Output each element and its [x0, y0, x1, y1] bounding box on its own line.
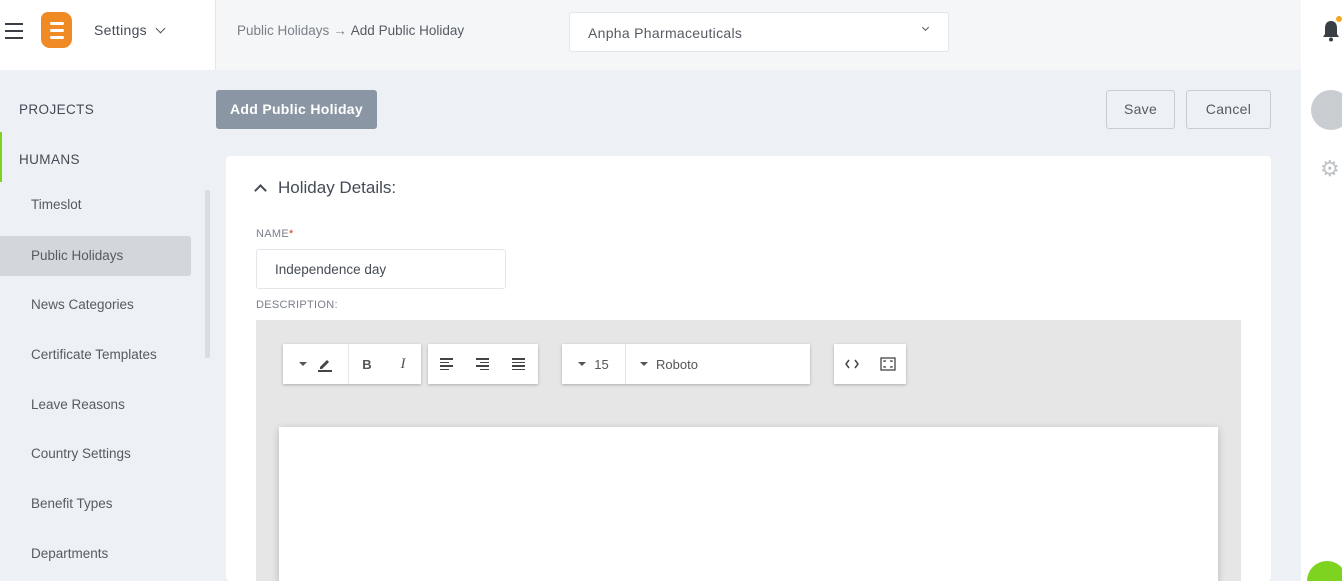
breadcrumb-separator: →	[333, 23, 347, 38]
toolbar-align-group	[428, 344, 538, 384]
sidebar-item-label: Public Holidays	[31, 248, 124, 263]
app-switcher-area: Settings	[0, 0, 216, 70]
sidebar-section-projects[interactable]: PROJECTS	[19, 102, 94, 117]
toolbar-format-group: B I	[283, 344, 421, 384]
sidebar-item-label: Benefit Types	[31, 496, 113, 511]
caret-down-icon	[298, 362, 307, 366]
section-title: Holiday Details:	[278, 178, 397, 197]
editor-content-area[interactable]	[279, 427, 1218, 581]
name-input[interactable]	[256, 249, 506, 289]
align-right-icon	[475, 356, 489, 372]
code-icon	[845, 359, 859, 369]
sidebar-item-public-holidays[interactable]: Public Holidays	[0, 236, 191, 276]
sidebar-item-departments[interactable]: Departments	[0, 534, 191, 574]
holiday-details-toggle[interactable]: Holiday Details:	[254, 178, 397, 198]
sidebar-item-timeslot[interactable]: Timeslot	[0, 185, 191, 225]
required-marker: *	[288, 228, 294, 240]
code-view-button[interactable]	[834, 344, 870, 384]
caret-down-icon	[578, 362, 587, 366]
font-family-select[interactable]: Roboto	[626, 344, 810, 384]
chevron-down-icon	[921, 23, 930, 32]
bell-icon[interactable]	[1322, 20, 1340, 42]
cancel-button[interactable]: Cancel	[1186, 90, 1271, 129]
sidebar-item-label: News Categories	[31, 297, 134, 312]
text-color-button[interactable]	[283, 344, 348, 384]
name-field-label: NAME*	[256, 228, 294, 240]
breadcrumb-parent-link[interactable]: Public Holidays	[237, 23, 329, 38]
sidebar-item-leave-reasons[interactable]: Leave Reasons	[0, 385, 191, 425]
align-right-button[interactable]	[464, 344, 500, 384]
save-button[interactable]: Save	[1106, 90, 1175, 129]
sidebar-item-certificate-templates[interactable]: Certificate Templates	[0, 335, 191, 375]
breadcrumb-current: Add Public Holiday	[350, 23, 465, 38]
align-left-icon	[439, 356, 453, 372]
caret-down-icon	[640, 362, 648, 366]
settings-menu-label: Settings	[94, 22, 147, 38]
sidebar-item-label: Timeslot	[31, 197, 82, 212]
organization-select-value: Anpha Pharmaceuticals	[588, 25, 743, 41]
gear-icon[interactable]: ⚙	[1320, 156, 1340, 182]
sidebar-item-label: Country Settings	[31, 446, 131, 461]
sidebar-item-label: Leave Reasons	[31, 397, 125, 412]
name-label-text: NAME	[256, 228, 289, 240]
font-family-value: Roboto	[656, 356, 698, 372]
settings-menu-dropdown[interactable]: Settings	[94, 22, 166, 38]
align-left-button[interactable]	[428, 344, 464, 384]
bold-button[interactable]: B	[349, 344, 385, 384]
right-utility-column	[1301, 0, 1342, 581]
align-justify-icon	[511, 356, 525, 372]
sidebar-item-news-categories[interactable]: News Categories	[0, 285, 191, 325]
sidebar-scrollbar[interactable]	[205, 190, 210, 358]
sidebar: PROJECTS HUMANS Timeslot Public Holidays…	[0, 70, 212, 581]
toolbar-font-group: 15 Roboto	[562, 344, 810, 384]
font-size-select[interactable]: 15	[562, 344, 625, 384]
pen-icon	[317, 360, 332, 372]
toolbar-view-group	[834, 344, 906, 384]
top-bar: Settings Public Holidays → Add Public Ho…	[0, 0, 1301, 70]
align-justify-button[interactable]	[500, 344, 536, 384]
sidebar-section-humans[interactable]: HUMANS	[19, 152, 80, 167]
italic-button[interactable]: I	[385, 344, 421, 384]
sidebar-item-label: Certificate Templates	[31, 347, 157, 362]
sidebar-item-country-settings[interactable]: Country Settings	[0, 434, 191, 474]
page-title: Add Public Holiday	[216, 90, 377, 129]
notification-badge	[1336, 16, 1342, 22]
sidebar-active-indicator	[0, 132, 2, 182]
fullscreen-button[interactable]	[870, 344, 906, 384]
font-size-value: 15	[594, 356, 609, 372]
app-logo	[41, 12, 72, 48]
fullscreen-icon	[880, 357, 896, 371]
hamburger-menu-icon[interactable]	[5, 23, 23, 39]
description-editor: B I 15 Roboto	[256, 320, 1241, 581]
chevron-down-icon	[155, 23, 166, 33]
holiday-details-card: Holiday Details: NAME* DESCRIPTION: B I	[226, 156, 1271, 581]
chevron-up-icon	[254, 184, 267, 197]
sidebar-item-label: Departments	[31, 546, 109, 561]
breadcrumb: Public Holidays → Add Public Holiday	[237, 23, 464, 38]
description-field-label: DESCRIPTION:	[256, 299, 338, 311]
sidebar-item-benefit-types[interactable]: Benefit Types	[0, 484, 191, 524]
organization-select[interactable]: Anpha Pharmaceuticals	[569, 12, 949, 52]
